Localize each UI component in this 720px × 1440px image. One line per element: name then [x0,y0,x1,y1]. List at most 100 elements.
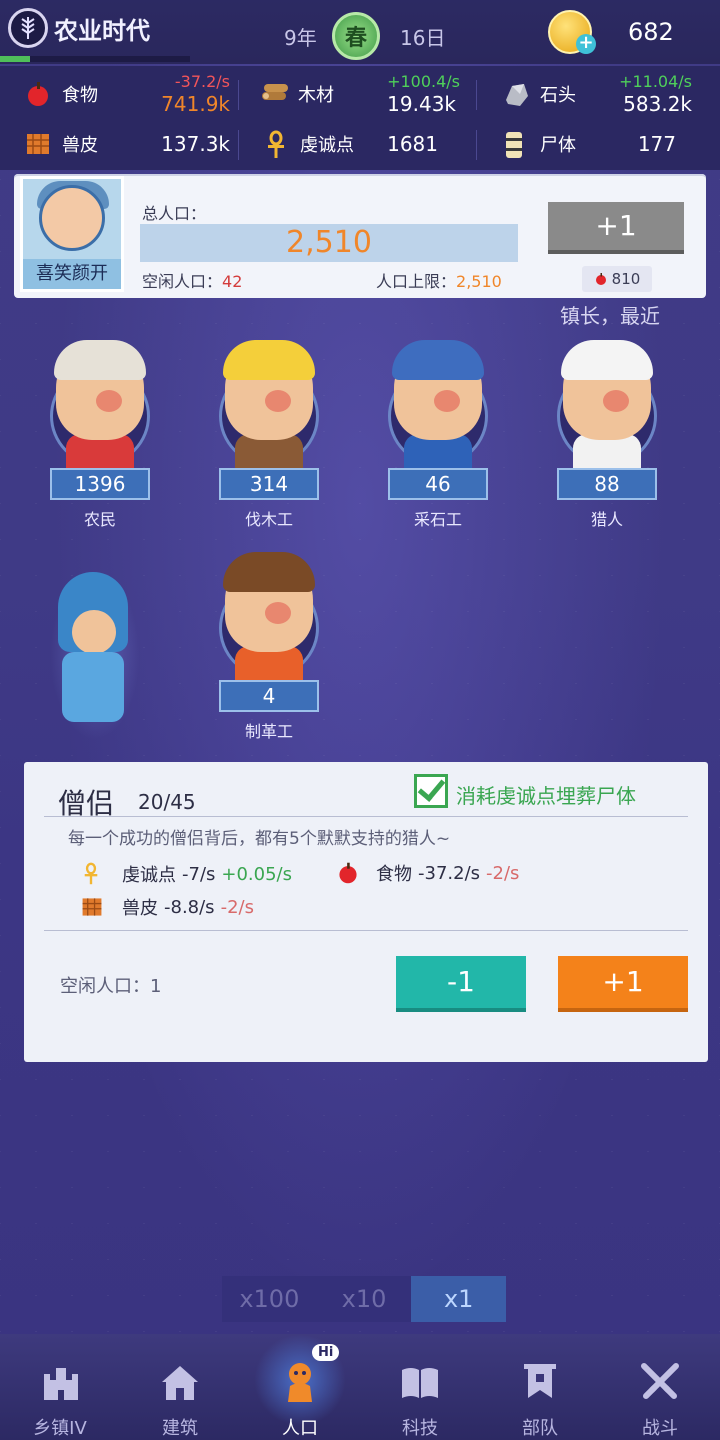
total-population-value: 2,510 [286,225,372,260]
effect-delta: +0.05/s [221,863,292,885]
add-coins-icon[interactable]: + [576,34,596,54]
wood-icon [260,80,288,108]
worker-farmer[interactable]: 1396 农民 [36,340,164,540]
worker-monk[interactable] [36,560,164,760]
monk-idle-population: 空闲人口：1 [60,976,162,997]
wheat-emblem-icon [8,8,48,48]
multiplier-x100[interactable]: x100 [222,1276,317,1322]
hide-icon [24,130,52,158]
mayor-avatar[interactable]: 喜笑颜开 [20,176,124,292]
add-population-button[interactable]: +1 [548,202,684,254]
apple-icon [24,80,52,108]
check-icon [417,773,446,802]
top-bar: 农业时代 9年 春 16日 + 682 [0,0,720,64]
season-badge: 春 [332,12,380,60]
effect-delta: -2/s [486,862,520,884]
nav-buildings[interactable]: 建筑 [120,1334,240,1440]
ankh-icon [262,130,290,158]
era-progress-bar [0,56,190,62]
multiplier-x1[interactable]: x1 [411,1276,507,1322]
worker-label: 猎人 [590,510,623,529]
worker-label: 采石工 [413,510,462,529]
resource-food: 食物 -37.2/s 741.9k [24,72,234,116]
effect-name: 食物 [376,864,412,885]
monk-portrait-icon [72,610,116,654]
idle-label: 空闲人口： [142,272,223,291]
house-icon [162,1366,198,1400]
divider [238,130,239,160]
mood-label: 喜笑颜开 [23,259,121,289]
swords-icon [641,1363,679,1399]
nav-label: 部队 [522,1418,558,1439]
resource-amount: 583.2k [623,92,692,116]
resource-hide: 兽皮 137.3k [24,124,234,164]
resource-corpse: 尸体 177 [502,124,712,164]
stone-icon [502,80,530,108]
news-marquee: 镇长，最近 [560,304,660,328]
effect-value: -37.2/s [418,862,481,884]
era-progress-fill [0,56,31,62]
divider [238,80,239,110]
nav-population[interactable]: Hi 人口 [240,1334,360,1440]
add-monk-button[interactable]: +1 [558,956,688,1012]
bury-corpses-label[interactable]: 消耗虔诚点埋葬尸体 [456,780,636,809]
apple-icon [595,273,606,285]
idle-population: 空闲人口：42 [142,268,242,292]
worker-label: 制革工 [244,722,293,741]
nav-label: 建筑 [162,1418,198,1439]
era-indicator[interactable]: 农业时代 [8,8,150,48]
divider [476,80,477,110]
worker-woodcutter[interactable]: 314 伐木工 [205,340,333,540]
resource-name: 兽皮 [62,135,98,156]
cap-value: 2,510 [456,272,502,291]
multiplier-x10[interactable]: x10 [317,1276,412,1322]
worker-hair [54,340,146,380]
resource-rate: -37.2/s [174,72,230,91]
worker-count: 314 [219,468,319,500]
ankh-icon [84,862,98,885]
worker-hunter[interactable]: 88 猎人 [543,340,671,540]
bury-corpses-checkbox[interactable] [414,773,448,808]
resource-panel: 食物 -37.2/s 741.9k 木材 +100.4/s 19.43k 石头 … [0,66,720,170]
nav-label: 乡镇IV [33,1418,87,1439]
cost-value: 810 [611,270,641,288]
remove-monk-button[interactable]: -1 [396,956,526,1012]
effect-hide: 兽皮 -8.8/s -2/s [80,894,254,920]
job-description: 每一个成功的僧侣背后，都有5个默默支持的猎人~ [68,829,451,849]
nav-label: 人口 [282,1418,318,1439]
worker-stonecutter[interactable]: 46 采石工 [374,340,502,540]
resource-amount: 741.9k [161,92,230,116]
resource-name: 石头 [540,85,576,106]
resource-amount: 137.3k [161,132,230,156]
worker-tanner[interactable]: 4 制革工 [205,552,333,752]
resource-amount: 19.43k [387,92,456,116]
year-label: 9年 [284,26,317,50]
worker-hair [223,340,315,380]
worker-nose [265,390,291,412]
divider [44,930,688,931]
nav-army[interactable]: 部队 [480,1334,600,1440]
resource-rate: +100.4/s [387,72,460,91]
apple-icon [339,862,357,884]
worker-nose [434,390,460,412]
effect-name: 虔诚点 [122,865,176,886]
banner-icon [524,1364,556,1398]
resource-rate: +11.04/s [619,72,692,91]
idle-value: 42 [222,272,243,291]
worker-label: 伐木工 [244,510,293,529]
resource-amount: 1681 [387,132,438,156]
resource-name: 尸体 [540,135,576,156]
nav-town[interactable]: 乡镇IV [0,1334,120,1440]
population-card: 喜笑颜开 总人口： 2,510 空闲人口：42 人口上限：2,510 +1 81… [14,174,706,298]
total-population-label: 总人口： [142,204,207,223]
nav-battle[interactable]: 战斗 [600,1334,720,1440]
coin-amount: 682 [628,18,674,46]
nav-label: 战斗 [642,1418,678,1439]
cap-label: 人口上限： [376,272,457,291]
divider [44,816,688,817]
monk-detail-card: 僧侣 20/45 消耗虔诚点埋葬尸体 每一个成功的僧侣背后，都有5个默默支持的猎… [24,762,708,1062]
nav-tech[interactable]: 科技 [360,1334,480,1440]
monk-robe [62,652,124,722]
corpse-icon [502,130,530,158]
worker-count: 88 [557,468,657,500]
